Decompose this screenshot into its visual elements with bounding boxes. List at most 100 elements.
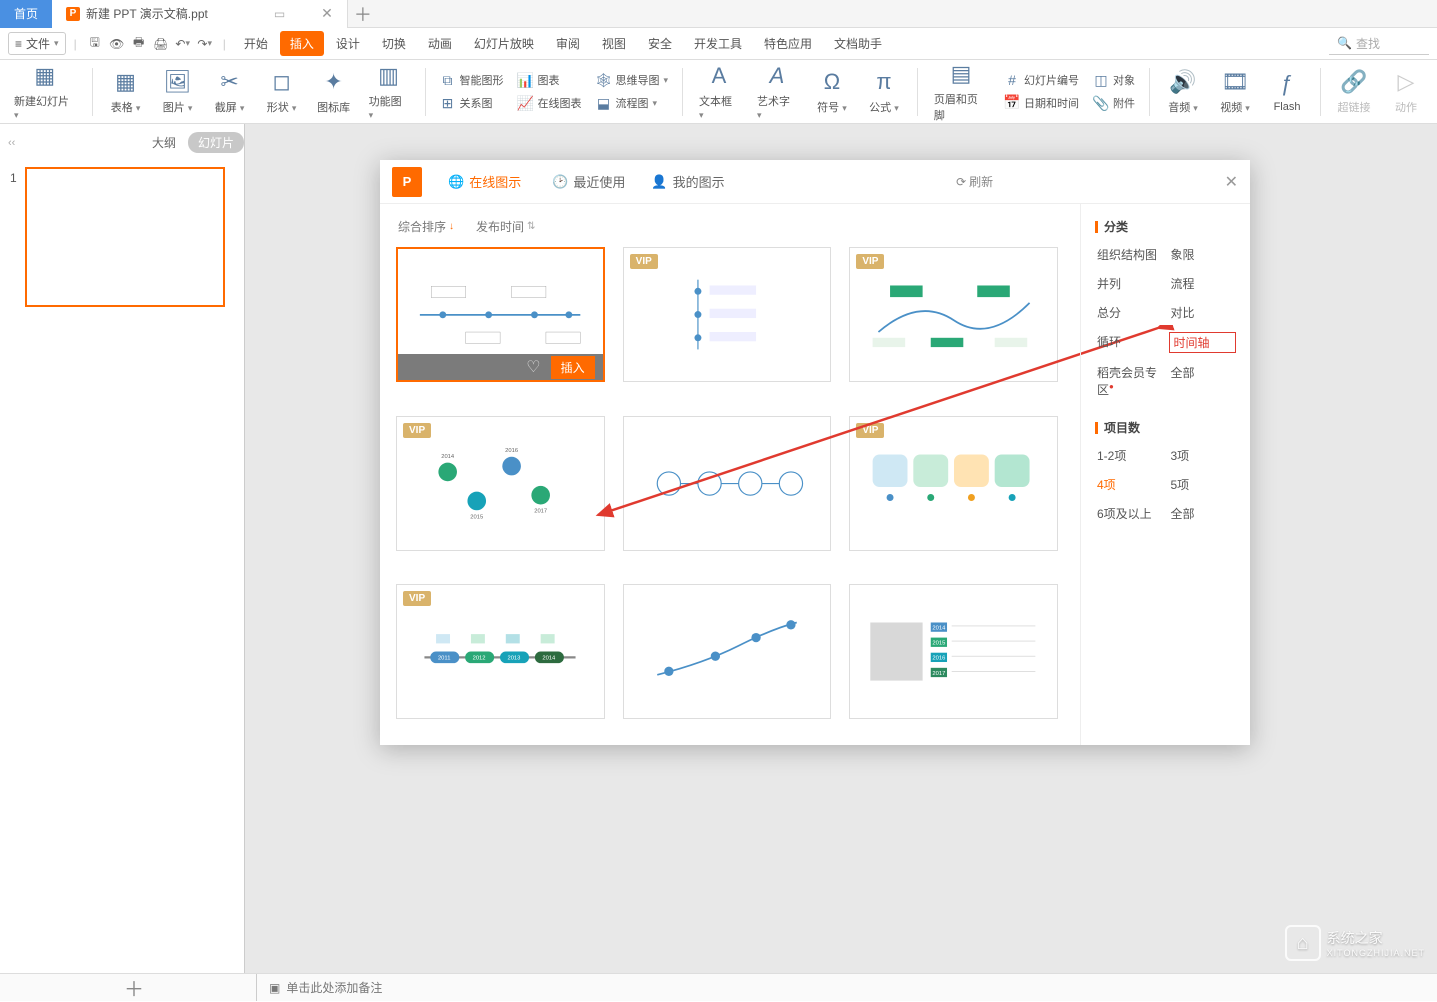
menu-design[interactable]: 设计 [326,31,370,56]
document-tabs: 首页 P 新建 PPT 演示文稿.ppt ▭ ✕ ＋ [0,0,1437,28]
cat-cycle[interactable]: 循环 [1095,332,1163,353]
scrollbar[interactable] [1080,218,1081,358]
new-slide-button[interactable]: ▦新建幻灯片 ▾ [8,61,82,123]
insert-button[interactable]: 插入 [551,356,595,379]
tab-outline[interactable]: 大纲 [152,134,176,151]
datetime-button[interactable]: 📅日期和时间 [1000,92,1083,113]
table-button[interactable]: ▦表格 ▾ [103,67,149,117]
menu-security[interactable]: 安全 [638,31,682,56]
cat-quadrant[interactable]: 象限 [1169,245,1237,264]
shapes-button[interactable]: ◻形状 ▾ [259,67,305,117]
arrow-updown-icon: ⇅ [527,221,535,232]
items-all[interactable]: 全部 [1169,504,1237,523]
items-3[interactable]: 3项 [1169,446,1237,465]
cat-process[interactable]: 流程 [1169,274,1237,293]
template-card-9[interactable]: 2014 2015 2016 2017 [849,584,1058,719]
menu-dev[interactable]: 开发工具 [684,31,752,56]
cat-all[interactable]: 全部 [1169,363,1237,399]
separator: | [223,37,226,51]
symbol-button[interactable]: Ω符号 ▾ [809,67,855,117]
cat-vip[interactable]: 稻壳会员专区● [1095,363,1163,399]
panel-tab-mine[interactable]: 👤我的图示 [651,172,724,191]
tab-slides[interactable]: 幻灯片 [188,132,244,153]
file-menu[interactable]: ≡ 文件 ▾ [8,32,66,55]
video-button[interactable]: 🎞视频 ▾ [1212,67,1258,117]
search-input[interactable]: 🔍 查找 [1329,33,1429,55]
tab-preview-icon[interactable]: ▭ [274,7,285,21]
undo-icon[interactable]: ↶▾ [173,34,193,54]
template-card-8[interactable] [623,584,832,719]
template-card-5[interactable] [623,416,832,551]
template-card-7[interactable]: VIP 2011201220132014 [396,584,605,719]
panel-close-button[interactable]: ✕ [1225,172,1238,192]
template-card-2[interactable]: VIP [623,247,832,382]
slide-thumbnail-1[interactable] [25,167,225,307]
cat-org[interactable]: 组织结构图 [1095,245,1163,264]
cat-total[interactable]: 总分 [1095,303,1163,322]
print-icon[interactable]: 🖶 [129,34,149,54]
menu-animation[interactable]: 动画 [418,31,462,56]
menu-docassist[interactable]: 文档助手 [824,31,892,56]
cat-compare[interactable]: 对比 [1169,303,1237,322]
items-4[interactable]: 4项 [1095,475,1163,494]
slidenum-icon: # [1004,72,1020,88]
tab-close-icon[interactable]: ✕ [321,5,333,22]
notes-area[interactable]: ▣ 单击此处添加备注 [257,979,382,996]
relation-button[interactable]: ⊞关系图 [436,93,508,114]
menu-transition[interactable]: 切换 [372,31,416,56]
sort-publish[interactable]: 发布时间 ⇅ [476,218,535,235]
wordart-button[interactable]: A艺术字 ▾ [751,61,803,123]
menu-view[interactable]: 视图 [592,31,636,56]
template-card-3[interactable]: VIP [849,247,1058,382]
refresh-button[interactable]: ⟳刷新 [956,173,993,190]
picture-button[interactable]: 🖼图片 ▾ [155,67,201,117]
menu-insert[interactable]: 插入 [280,31,324,56]
favorite-icon[interactable]: ♡ [526,357,540,377]
menu-start[interactable]: 开始 [234,31,278,56]
audio-button[interactable]: 🔊音频 ▾ [1160,67,1206,117]
template-card-6[interactable]: VIP [849,416,1058,551]
items-5[interactable]: 5项 [1169,475,1237,494]
textbox-button[interactable]: A文本框 ▾ [693,61,745,123]
mindmap-button[interactable]: 🕸思维导图 ▾ [592,70,673,91]
tab-home[interactable]: 首页 [0,0,52,28]
menu-slideshow[interactable]: 幻灯片放映 [464,31,544,56]
flowchart-button[interactable]: ⬓流程图 ▾ [592,93,673,114]
timeline-thumbnail [408,269,592,361]
panel-logo-icon: P [392,167,422,197]
add-slide-button[interactable]: ＋ [12,974,257,1001]
redo-icon[interactable]: ↷▾ [195,34,215,54]
save-icon[interactable]: 🖫 [85,34,105,54]
headerfooter-button[interactable]: ▤页眉和页脚 [928,59,994,125]
panel-tab-recent[interactable]: 🕑最近使用 [552,172,625,191]
cat-timeline[interactable]: 时间轴 [1169,332,1237,353]
funcchart-button[interactable]: ▥功能图 ▾ [363,61,415,123]
cat-parallel[interactable]: 并列 [1095,274,1163,293]
file-label: 文件 [26,35,50,52]
screenshot-button[interactable]: ✂截屏 ▾ [207,67,253,117]
template-card-4[interactable]: VIP 20142016 20152017 [396,416,605,551]
menu-review[interactable]: 审阅 [546,31,590,56]
items-6plus[interactable]: 6项及以上 [1095,504,1163,523]
new-slide-icon: ▦ [34,63,55,89]
slidenum-button[interactable]: #幻灯片编号 [1000,70,1083,90]
collapse-icon[interactable]: ‹‹ [8,137,15,149]
print2-icon[interactable]: 🖨 [151,34,171,54]
equation-button[interactable]: π公式 ▾ [861,67,907,117]
svg-text:2015: 2015 [932,641,945,647]
attachment-button[interactable]: 📎附件 [1089,93,1139,114]
tab-document[interactable]: P 新建 PPT 演示文稿.ppt ▭ ✕ [52,0,348,28]
sort-comprehensive[interactable]: 综合排序 ↓ [398,218,454,235]
smart-button[interactable]: ⧉智能图形 [436,70,508,91]
panel-tab-online[interactable]: 🌐在线图示 [448,172,526,191]
iconlib-button[interactable]: ✦图标库 [311,67,357,117]
tab-add-button[interactable]: ＋ [348,1,378,27]
flash-button[interactable]: ƒFlash [1264,69,1310,115]
print-preview-icon[interactable]: 👁 [107,34,127,54]
template-card-1[interactable]: ♡ 插入 [396,247,605,382]
menu-special[interactable]: 特色应用 [754,31,822,56]
onlinechart-button[interactable]: 📈在线图表 [514,93,586,114]
chart-button[interactable]: 📊图表 [514,70,586,91]
items-12[interactable]: 1-2项 [1095,446,1163,465]
object-button[interactable]: ◫对象 [1089,70,1139,91]
